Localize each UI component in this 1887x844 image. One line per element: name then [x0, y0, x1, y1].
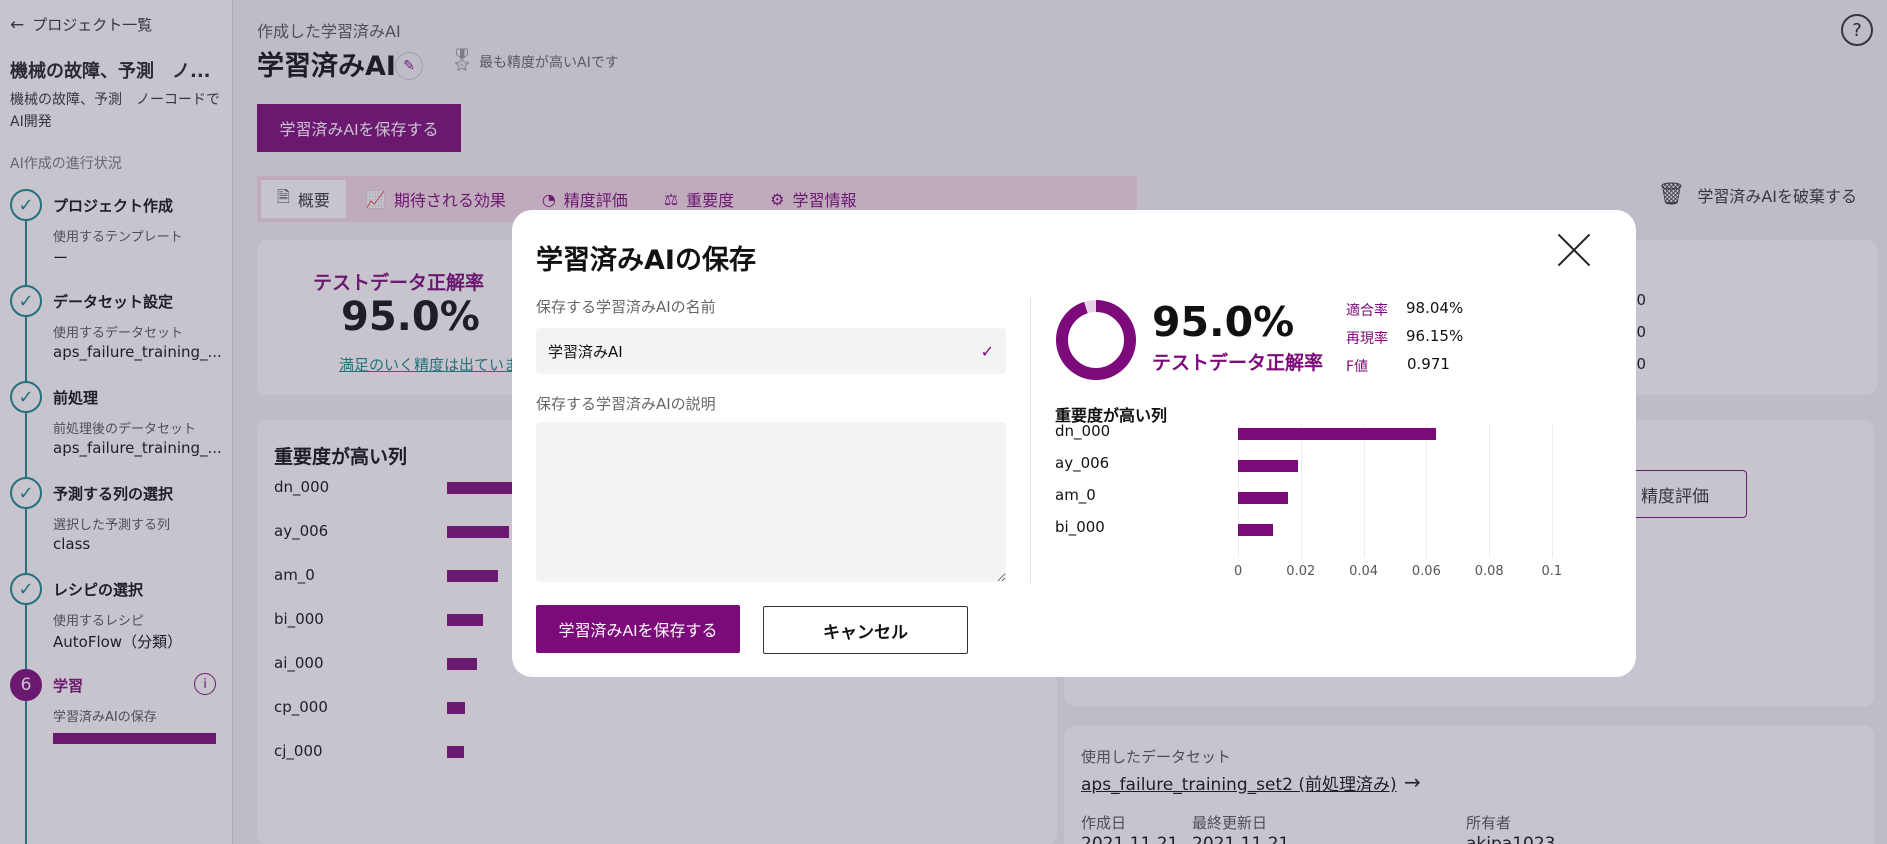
grid-line: [1552, 423, 1553, 558]
metric-value: 98.04%: [1406, 299, 1464, 317]
category-label: ay_006: [1055, 454, 1110, 472]
dialog-accuracy-label: テストデータ正解率: [1152, 352, 1324, 374]
category-label: dn_000: [1055, 422, 1111, 440]
importance-bar: [1238, 492, 1289, 504]
check-icon: ✓: [980, 341, 994, 361]
metric-value: 0.971: [1407, 355, 1450, 373]
accuracy-donut: [1056, 300, 1136, 380]
ai-name-value: 学習済みAI: [548, 342, 623, 361]
x-tick-label: 0: [1234, 564, 1243, 579]
close-icon[interactable]: [1556, 232, 1592, 268]
x-tick-label: 0.08: [1474, 564, 1504, 579]
x-tick-label: 0.1: [1541, 564, 1563, 579]
metric-value: 96.15%: [1406, 327, 1464, 345]
metric-label: 再現率: [1346, 331, 1388, 347]
grid-line: [1426, 423, 1428, 558]
grid-line: [1363, 423, 1365, 558]
importance-bar: [1238, 428, 1436, 440]
dialog-title: 学習済みAIの保存: [536, 245, 756, 276]
ai-description-textarea[interactable]: [536, 422, 1006, 582]
ai-name-input[interactable]: 学習済みAI ✓: [536, 328, 1006, 374]
divider: [1030, 298, 1031, 583]
importance-bar: [1238, 524, 1273, 536]
metric-label: 適合率: [1346, 303, 1388, 319]
name-label: 保存する学習済みAIの名前: [536, 298, 716, 316]
description-label: 保存する学習済みAIの説明: [536, 395, 716, 413]
dialog-accuracy-value: 95.0%: [1152, 298, 1295, 346]
category-label: bi_000: [1055, 518, 1105, 536]
x-tick-label: 0.06: [1411, 564, 1441, 579]
importance-bar: [1238, 460, 1298, 472]
x-tick-label: 0.04: [1349, 564, 1379, 579]
grid-line: [1489, 423, 1491, 558]
category-label: am_0: [1055, 486, 1096, 504]
metric-label: F値: [1346, 359, 1369, 375]
dialog-save-button[interactable]: 学習済みAIを保存する: [536, 605, 740, 653]
dialog-cancel-button[interactable]: キャンセル: [763, 606, 968, 654]
donut-arc: [1056, 300, 1136, 380]
save-ai-dialog: 学習済みAIの保存 保存する学習済みAIの名前 学習済みAI ✓ 保存する学習済…: [512, 210, 1636, 677]
grid-line: [1300, 423, 1302, 558]
grid-line: [1238, 423, 1239, 558]
x-tick-label: 0.02: [1286, 564, 1316, 579]
